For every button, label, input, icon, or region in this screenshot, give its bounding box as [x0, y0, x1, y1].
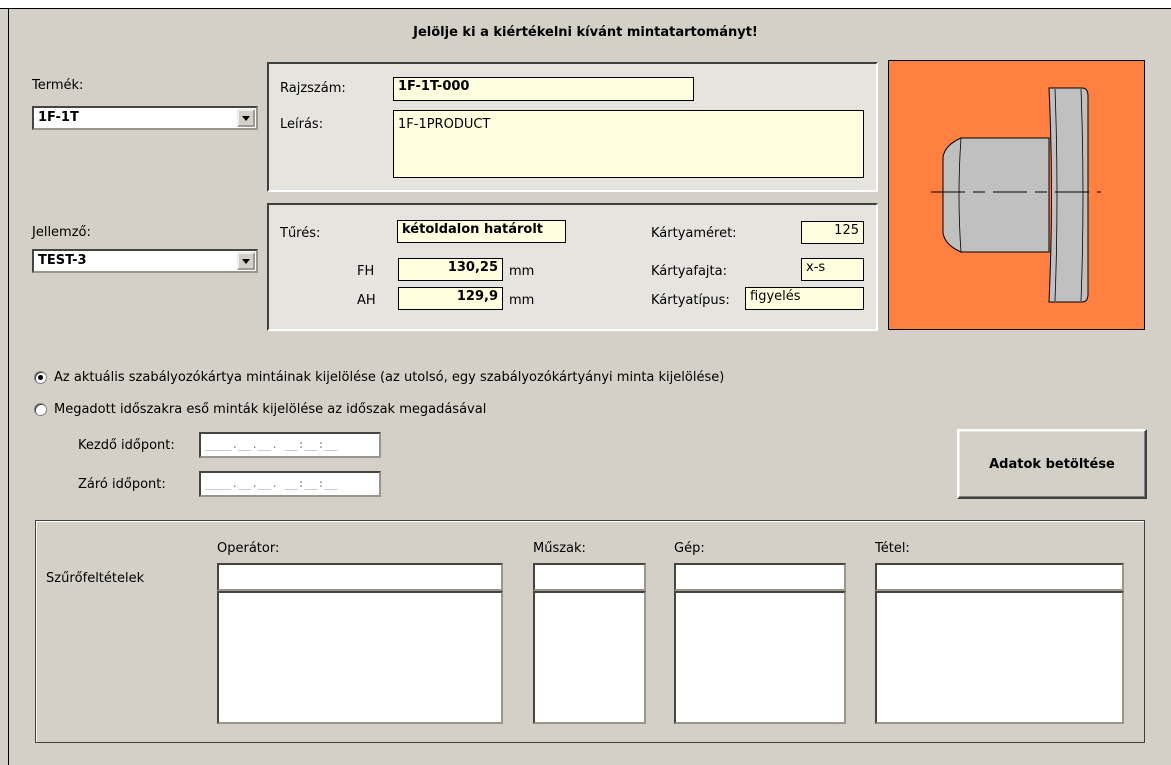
operator-input[interactable]	[217, 563, 503, 591]
feature-select[interactable]: TEST-3	[32, 249, 258, 273]
part-preview	[888, 60, 1145, 330]
machine-list[interactable]	[674, 591, 846, 724]
start-time-input[interactable]: ____.__.__. __:__:__	[199, 432, 381, 458]
page-title: Jelölje ki a kiértékelni kívánt mintatar…	[413, 25, 758, 40]
product-label: Termék:	[32, 78, 84, 93]
shift-list[interactable]	[533, 591, 646, 724]
card-kind-label: Kártyafajta:	[651, 264, 727, 279]
shift-label: Műszak:	[533, 541, 586, 556]
lot-list[interactable]	[875, 591, 1124, 724]
fh-label: FH	[357, 264, 375, 279]
window-left-border	[8, 8, 9, 765]
radio-dot	[38, 375, 43, 380]
tolerance-field[interactable]: kétoldalon határolt	[397, 220, 566, 243]
tolerance-label: Tűrés:	[280, 226, 321, 241]
ah-unit: mm	[509, 293, 535, 308]
part-drawing-icon	[931, 87, 1101, 303]
chevron-down-icon	[242, 115, 250, 121]
operator-list[interactable]	[217, 591, 503, 724]
fh-field[interactable]: 130,25	[398, 258, 503, 281]
ah-field[interactable]: 129,9	[398, 287, 503, 310]
product-select-value: 1F-1T	[38, 110, 79, 125]
fh-unit: mm	[509, 264, 535, 279]
ah-label: AH	[357, 293, 376, 308]
feature-label: Jellemző:	[32, 225, 91, 240]
period-radio[interactable]	[34, 403, 47, 416]
card-type-label: Kártyatípus:	[651, 293, 730, 308]
description-field[interactable]: 1F-1PRODUCT	[393, 110, 864, 178]
machine-input[interactable]	[674, 563, 846, 591]
current-card-radio[interactable]	[34, 371, 47, 384]
period-option-label[interactable]: Megadott időszakra eső minták kijelölése…	[54, 402, 486, 417]
card-type-field[interactable]: figyelés	[745, 287, 864, 310]
product-select[interactable]: 1F-1T	[32, 106, 258, 130]
current-card-option-label[interactable]: Az aktuális szabályozókártya mintáinak k…	[54, 370, 724, 385]
operator-label: Operátor:	[217, 541, 280, 556]
end-time-input[interactable]: ____.__.__. __:__:__	[199, 471, 381, 497]
card-kind-field[interactable]: x-s	[801, 258, 864, 281]
description-label: Leírás:	[280, 117, 324, 132]
product-dropdown-button[interactable]	[237, 109, 255, 127]
drawing-number-label: Rajzszám:	[280, 81, 346, 96]
load-data-button[interactable]: Adatok betöltése	[957, 429, 1147, 499]
lot-input[interactable]	[875, 563, 1124, 591]
shift-input[interactable]	[533, 563, 646, 591]
window-top-border	[0, 0, 1171, 9]
filter-label: Szűrőfeltételek	[46, 571, 145, 586]
end-time-label: Záró időpont:	[78, 477, 166, 492]
feature-dropdown-button[interactable]	[237, 252, 255, 270]
feature-select-value: TEST-3	[38, 253, 87, 268]
start-time-label: Kezdő időpont:	[78, 438, 175, 453]
lot-label: Tétel:	[875, 541, 910, 556]
card-size-field[interactable]: 125	[801, 221, 864, 244]
chevron-down-icon	[242, 258, 250, 264]
machine-label: Gép:	[674, 541, 705, 556]
card-size-label: Kártyaméret:	[651, 226, 737, 241]
drawing-number-field[interactable]: 1F-1T-000	[393, 77, 694, 101]
